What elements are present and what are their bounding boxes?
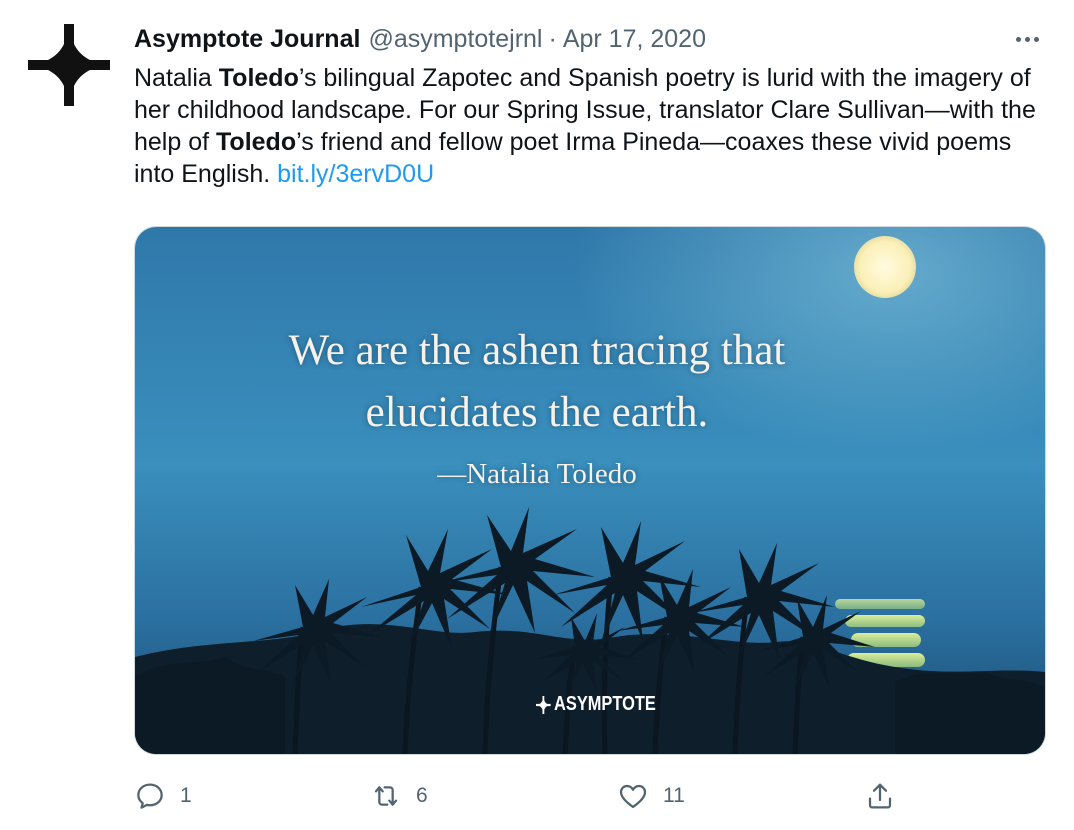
reply-button[interactable]: 1 <box>134 776 192 816</box>
more-dots-icon <box>1024 36 1030 42</box>
image-quote-line-2: elucidates the earth. <box>365 389 709 436</box>
highlight-term: Toledo <box>216 128 297 156</box>
author-name[interactable]: Asymptote Journal <box>134 25 360 54</box>
retweet-button[interactable]: 6 <box>370 776 428 816</box>
moon-shape <box>854 236 916 298</box>
reply-bubble-icon <box>137 783 163 809</box>
avatar[interactable] <box>28 24 110 106</box>
like-button[interactable]: 11 <box>617 776 685 816</box>
retweet-count: 6 <box>416 784 428 807</box>
image-brand-watermark: ASYMPTOTE <box>536 693 656 716</box>
asymptote-star-icon <box>536 695 551 714</box>
tweet-date[interactable]: Apr 17, 2020 <box>563 25 706 54</box>
image-quote-attribution: —Natalia Toledo <box>437 458 637 490</box>
share-button[interactable] <box>864 776 896 816</box>
text-part: Natalia <box>134 64 219 92</box>
heart-icon <box>619 784 647 809</box>
action-bar: 1 6 11 <box>0 776 1074 816</box>
like-count: 11 <box>663 784 685 807</box>
image-quote-line-1: We are the ashen tracing that <box>288 327 786 374</box>
brand-text: ASYMPTOTE <box>554 693 656 715</box>
more-dots-icon <box>1015 36 1021 42</box>
separator: · <box>548 24 557 53</box>
tweet-header: Asymptote Journal @asymptotejrnl · Apr 1… <box>134 22 706 56</box>
author-handle[interactable]: @asymptotejrnl <box>368 25 542 54</box>
reply-count: 1 <box>180 784 192 807</box>
tweet-card: Asymptote Journal @asymptotejrnl · Apr 1… <box>0 0 1074 830</box>
tweet-link[interactable]: bit.ly/3ervD0U <box>277 160 434 188</box>
more-dots-icon <box>1033 36 1039 42</box>
retweet-icon <box>374 786 398 806</box>
asymptote-logo-icon <box>28 24 110 106</box>
share-icon <box>868 783 892 809</box>
more-options-button[interactable] <box>1010 24 1044 54</box>
highlight-term: Toledo <box>218 64 299 92</box>
tweet-text: Natalia Toledo’s bilingual Zapotec and S… <box>134 62 1039 190</box>
